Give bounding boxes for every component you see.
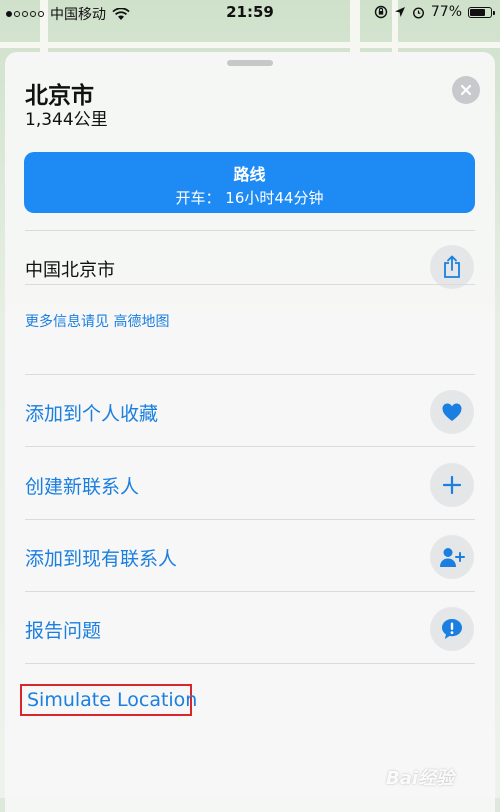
add-to-existing-contact-button[interactable]: 添加到现有联系人	[25, 544, 177, 571]
close-button[interactable]	[452, 76, 480, 104]
route-button[interactable]: 路线 开车： 16小时44分钟	[24, 152, 475, 213]
watermark-logo: Bai经验	[386, 768, 455, 789]
report-bubble-icon	[442, 619, 462, 639]
share-icon	[444, 255, 460, 278]
add-existing-contact-icon-button[interactable]	[430, 535, 474, 579]
battery-percent: 77%	[430, 4, 462, 20]
address-text: 中国北京市	[25, 260, 115, 281]
divider	[25, 663, 475, 664]
battery-level	[470, 8, 486, 16]
add-contact-icon	[440, 548, 465, 567]
divider	[25, 284, 475, 285]
alarm-icon	[412, 6, 424, 19]
add-to-favorites-button[interactable]: 添加到个人收藏	[25, 399, 158, 426]
route-title: 路线	[233, 165, 266, 184]
create-contact-button[interactable]: 创建新联系人	[25, 472, 139, 499]
route-drive-time: 开车： 16小时44分钟	[175, 189, 324, 207]
simulate-location-button[interactable]: Simulate Location	[27, 689, 197, 711]
place-card: 北京市 1,344公里 路线 开车： 16小时44分钟 中国北京市 更多信息请见…	[5, 52, 495, 812]
location-arrow-icon	[394, 7, 405, 17]
sheet-grabber[interactable]	[227, 60, 273, 66]
divider	[25, 230, 475, 231]
create-contact-icon-button[interactable]	[430, 463, 474, 507]
simulate-location-highlight: Simulate Location	[20, 684, 197, 716]
divider	[25, 446, 475, 447]
divider	[25, 591, 475, 592]
favorite-button[interactable]	[430, 390, 474, 434]
report-problem-button[interactable]: 报告问题	[25, 616, 101, 643]
share-button[interactable]	[430, 245, 474, 289]
map-road	[0, 42, 500, 48]
close-icon	[460, 84, 472, 96]
orientation-lock-icon	[374, 5, 388, 19]
heart-icon	[442, 403, 462, 421]
report-problem-icon-button[interactable]	[430, 607, 474, 651]
place-distance: 1,344公里	[25, 110, 108, 130]
divider	[25, 374, 475, 375]
divider	[25, 519, 475, 520]
more-info-link[interactable]: 更多信息请见 高德地图	[25, 311, 169, 331]
plus-icon	[442, 475, 462, 495]
battery-icon	[468, 6, 495, 18]
status-bar: 中国移动 21:59 77%	[0, 0, 500, 26]
